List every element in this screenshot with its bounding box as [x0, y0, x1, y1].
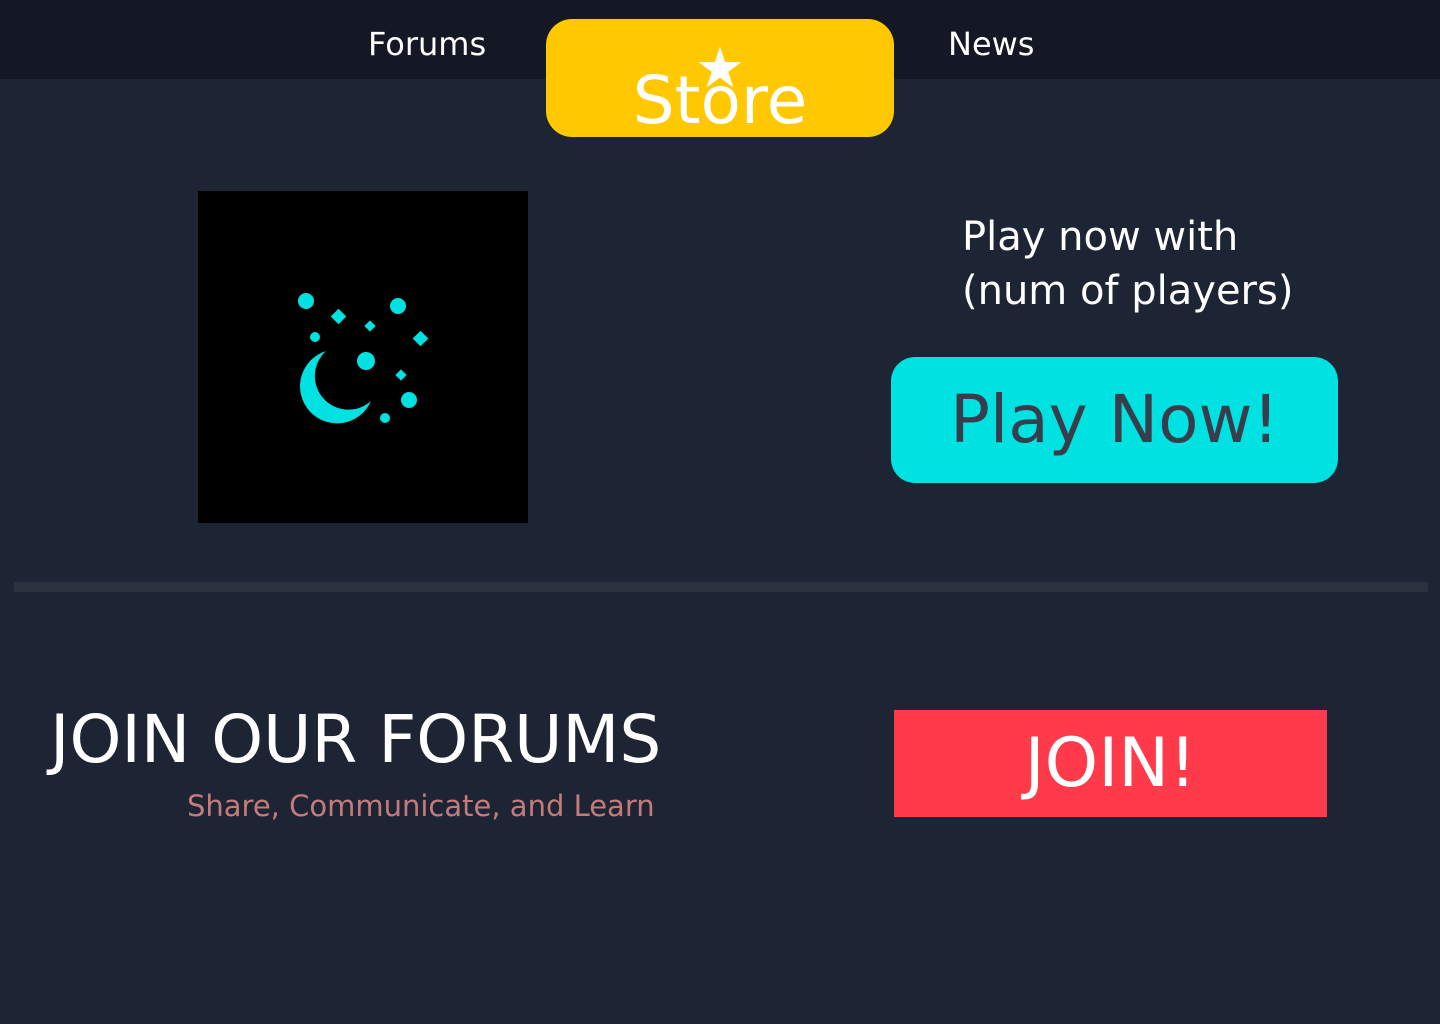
- forums-subheading: Share, Communicate, and Learn: [187, 789, 655, 823]
- section-divider: [14, 582, 1428, 592]
- players-online-caption: Play now with (num of players): [962, 214, 1294, 314]
- moon-stars-icon: [298, 293, 429, 424]
- forums-heading: JOIN OUR FORUMS: [50, 701, 662, 778]
- nav-forums-link[interactable]: Forums: [368, 22, 486, 66]
- store-label: Store: [632, 62, 808, 139]
- nav-store-button[interactable]: ★ Store: [546, 19, 894, 137]
- game-logo: [198, 191, 528, 523]
- play-now-button[interactable]: Play Now!: [891, 357, 1338, 483]
- join-forums-button[interactable]: JOIN!: [894, 710, 1327, 817]
- nav-news-link[interactable]: News: [948, 22, 1034, 66]
